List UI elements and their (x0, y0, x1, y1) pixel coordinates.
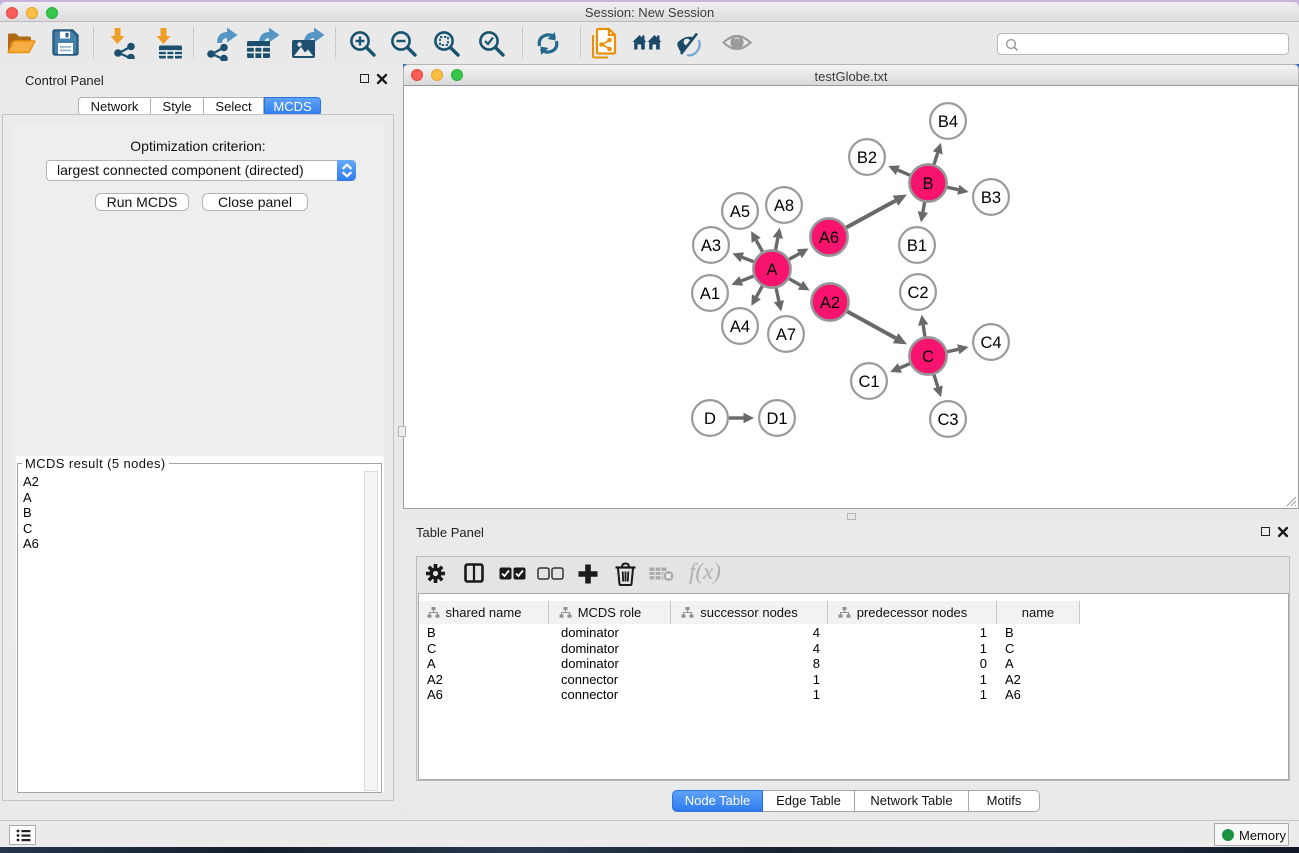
svg-text:A5: A5 (730, 203, 750, 221)
svg-text:C3: C3 (937, 411, 958, 429)
svg-text:B: B (922, 175, 933, 193)
svg-text:D: D (704, 410, 716, 428)
svg-text:C1: C1 (858, 373, 879, 391)
svg-text:A: A (766, 261, 777, 279)
svg-text:B1: B1 (907, 237, 927, 255)
svg-text:A4: A4 (730, 318, 750, 336)
svg-text:C: C (922, 348, 934, 366)
svg-text:B2: B2 (857, 149, 877, 167)
svg-text:B3: B3 (981, 189, 1001, 207)
svg-text:B4: B4 (938, 113, 958, 131)
svg-text:A2: A2 (820, 294, 840, 312)
svg-text:A1: A1 (700, 285, 720, 303)
svg-text:A6: A6 (819, 229, 839, 247)
svg-text:D1: D1 (766, 410, 787, 428)
svg-text:A7: A7 (776, 326, 796, 344)
svg-text:C4: C4 (980, 334, 1001, 352)
svg-text:C2: C2 (907, 284, 928, 302)
svg-text:A8: A8 (774, 197, 794, 215)
svg-text:A3: A3 (701, 237, 721, 255)
